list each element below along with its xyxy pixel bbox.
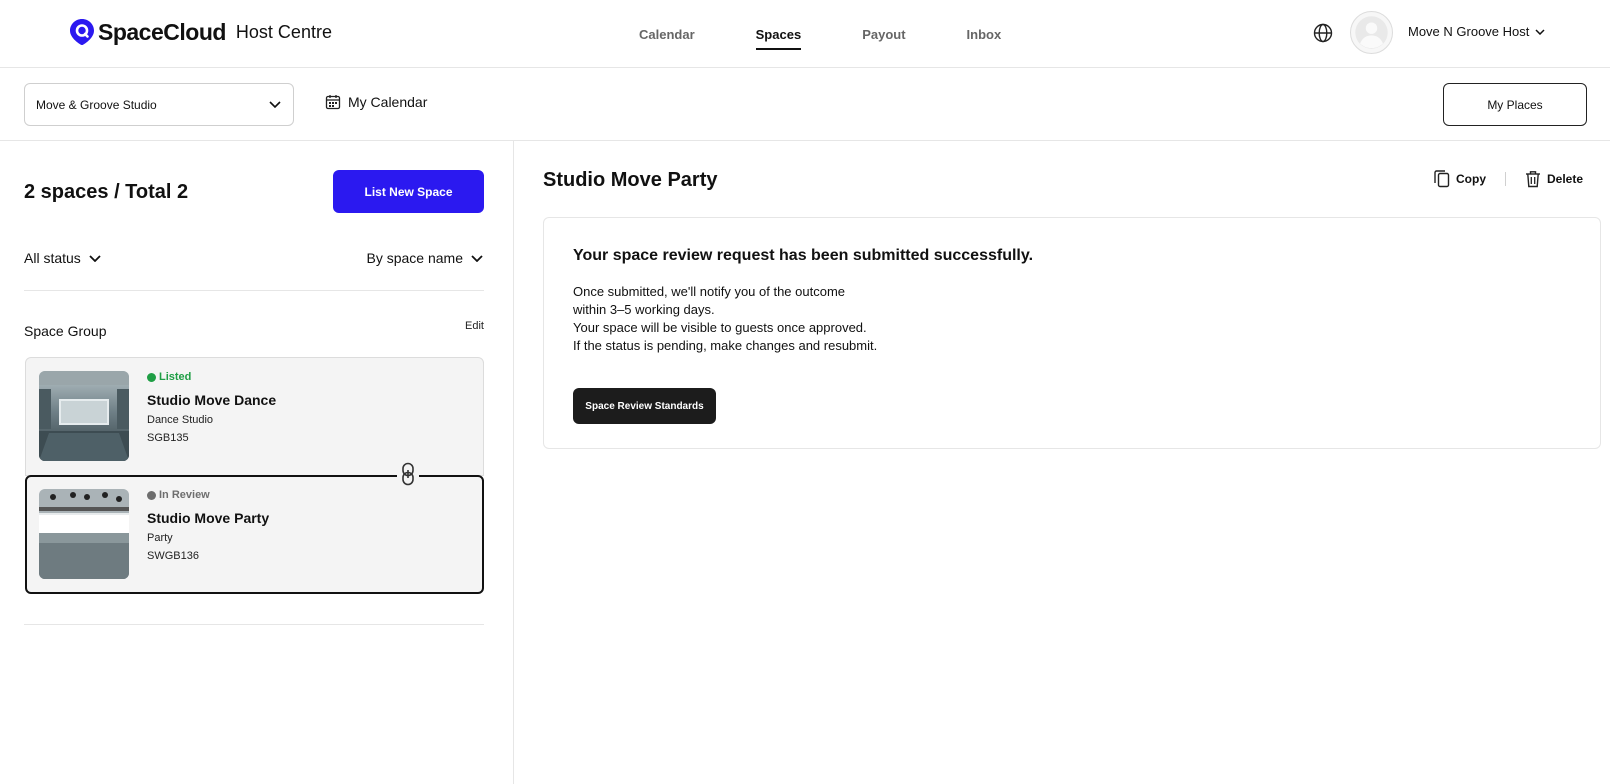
sort-dropdown[interactable]: By space name: [367, 250, 484, 266]
chevron-down-icon: [471, 254, 483, 262]
location-pin-icon: [70, 19, 94, 45]
delete-label: Delete: [1547, 172, 1584, 186]
user-avatar-icon: [1355, 16, 1388, 49]
space-card[interactable]: Listed Studio Move Dance Dance Studio SG…: [25, 357, 484, 476]
divider: [24, 290, 484, 291]
globe-icon[interactable]: [1313, 23, 1333, 43]
nav-tab-calendar[interactable]: Calendar: [639, 0, 695, 68]
space-review-standards-button[interactable]: Space Review Standards: [573, 388, 716, 424]
nav-tab-payout[interactable]: Payout: [862, 0, 905, 68]
my-places-button[interactable]: My Places: [1443, 83, 1587, 126]
delete-button[interactable]: Delete: [1525, 170, 1583, 188]
space-group-label: Space Group: [24, 323, 107, 339]
review-heading: Your space review request has been submi…: [573, 247, 1034, 264]
main-nav: Calendar Spaces Payout Inbox: [639, 0, 1062, 68]
dance-studio-image: [39, 371, 129, 461]
status-filter-label: All status: [24, 250, 81, 266]
space-title: Studio Move Party: [147, 510, 270, 526]
space-card-info: Listed Studio Move Dance Dance Studio SG…: [147, 371, 276, 444]
calendar-icon: [325, 95, 341, 110]
sub-toolbar: Move & Groove Studio My Calendar My Plac…: [0, 68, 1610, 141]
top-navigation-bar: SpaceCloud Host Centre Calendar Spaces P…: [0, 0, 1610, 68]
status-label: Listed: [159, 371, 192, 383]
brand-section: Host Centre: [235, 21, 332, 42]
chevron-down-icon: [269, 101, 281, 108]
review-status-card: Your space review request has been submi…: [543, 217, 1601, 449]
space-type: Dance Studio: [147, 414, 214, 426]
trash-icon: [1526, 171, 1540, 188]
sort-label: By space name: [366, 250, 464, 266]
divider: [1505, 172, 1506, 186]
review-line: Once submitted, we'll notify you of the …: [573, 284, 846, 299]
copy-icon: [1434, 170, 1450, 188]
status-label: In Review: [159, 489, 210, 501]
link-icon[interactable]: [397, 460, 419, 488]
my-calendar-label: My Calendar: [348, 94, 428, 110]
chevron-down-icon: [89, 254, 101, 262]
space-code: SGB135: [147, 432, 189, 444]
edit-group-link[interactable]: Edit: [465, 320, 484, 332]
list-new-space-button[interactable]: List New Space: [333, 170, 484, 213]
status-filter-dropdown[interactable]: All status: [24, 250, 101, 266]
space-type: Party: [147, 532, 173, 544]
review-line: within 3–5 working days.: [573, 302, 715, 317]
space-title: Studio Move Dance: [147, 392, 277, 408]
status-badge: Listed: [147, 371, 276, 383]
copy-button[interactable]: Copy: [1434, 170, 1486, 188]
nav-tab-spaces[interactable]: Spaces: [755, 0, 801, 68]
status-dot-icon: [147, 372, 156, 382]
user-menu[interactable]: Move N Groove Host: [1408, 24, 1545, 39]
party-space-image: [39, 489, 129, 579]
space-card-selected[interactable]: In Review Studio Move Party Party SWGB13…: [25, 475, 484, 594]
chevron-down-icon: [1535, 28, 1545, 35]
user-avatar[interactable]: [1350, 11, 1393, 54]
space-card-info: In Review Studio Move Party Party SWGB13…: [147, 489, 269, 562]
spaces-list-panel: 2 spaces / Total 2 List New Space All st…: [0, 141, 514, 784]
review-line: If the status is pending, make changes a…: [573, 338, 878, 353]
divider: [24, 624, 484, 625]
user-name-label: Move N Groove Host: [1408, 24, 1530, 39]
status-dot-icon: [147, 490, 156, 500]
space-thumbnail: [39, 371, 129, 461]
copy-label: Copy: [1456, 172, 1486, 186]
space-thumbnail: [39, 489, 129, 579]
space-detail-title: Studio Move Party: [543, 169, 718, 191]
spaces-count-title: 2 spaces / Total 2: [24, 181, 189, 203]
brand-logo[interactable]: SpaceCloud Host Centre: [70, 18, 332, 46]
review-message: Once submitted, we'll notify you of the …: [573, 283, 877, 355]
brand-name: SpaceCloud: [98, 18, 226, 45]
my-calendar-link[interactable]: My Calendar: [325, 94, 427, 110]
space-code: SWGB136: [147, 550, 199, 562]
place-select[interactable]: Move & Groove Studio: [24, 83, 294, 126]
review-line: Your space will be visible to guests onc…: [573, 320, 867, 335]
status-badge: In Review: [147, 489, 269, 501]
place-select-value: Move & Groove Studio: [36, 97, 157, 112]
nav-tab-inbox[interactable]: Inbox: [967, 0, 1002, 68]
space-detail-panel: Studio Move Party Copy Delete Your space…: [514, 141, 1610, 784]
